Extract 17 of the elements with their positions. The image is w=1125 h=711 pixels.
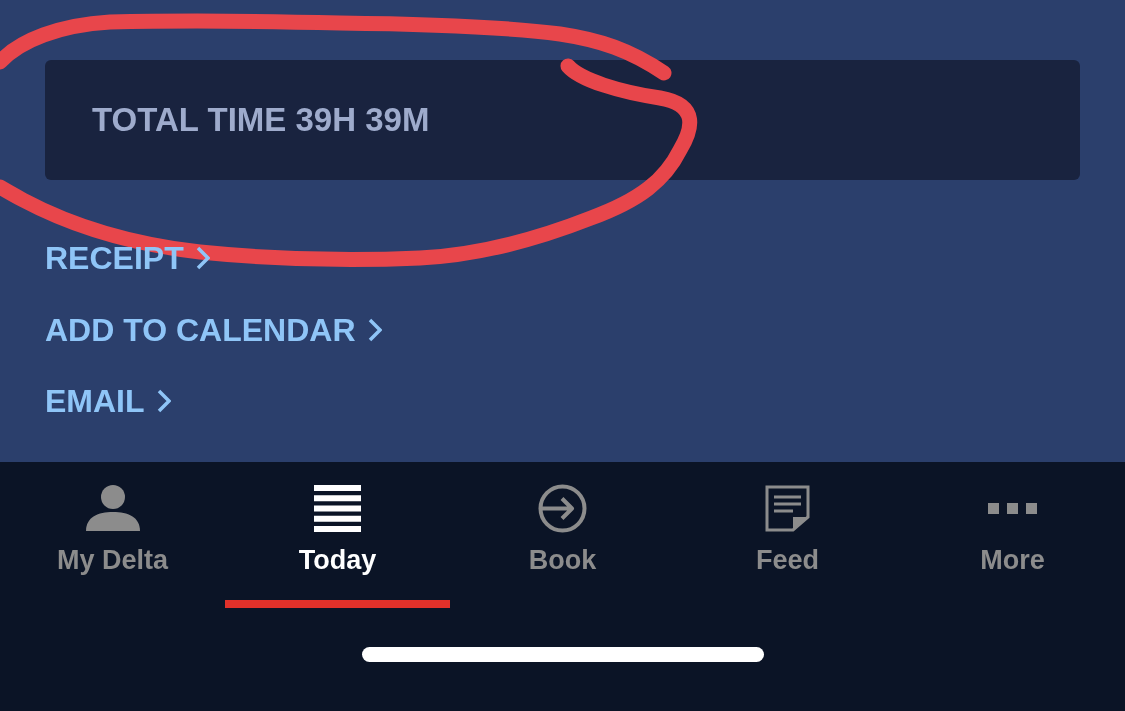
chevron-icon xyxy=(156,389,171,413)
tab[interactable]: My Delta xyxy=(0,462,225,608)
tab[interactable]: Book xyxy=(450,462,675,608)
tab[interactable]: Today xyxy=(225,462,450,608)
tab[interactable]: More xyxy=(900,462,1125,608)
total-time-text: TOTAL TIME 39H 39M xyxy=(92,100,430,140)
arrow-circle-icon xyxy=(538,483,587,533)
document-icon xyxy=(765,484,810,532)
chevron-icon xyxy=(367,317,382,342)
ellipsis-icon xyxy=(988,502,1037,514)
person-icon xyxy=(85,485,140,531)
menu-icon xyxy=(314,484,361,532)
action-link[interactable]: RECEIPT xyxy=(45,238,210,278)
action-link[interactable]: ADD TO CALENDAR xyxy=(45,309,382,350)
chevron-icon xyxy=(195,246,210,270)
tab[interactable]: Feed xyxy=(675,462,900,608)
action-link[interactable]: EMAIL xyxy=(45,381,171,421)
